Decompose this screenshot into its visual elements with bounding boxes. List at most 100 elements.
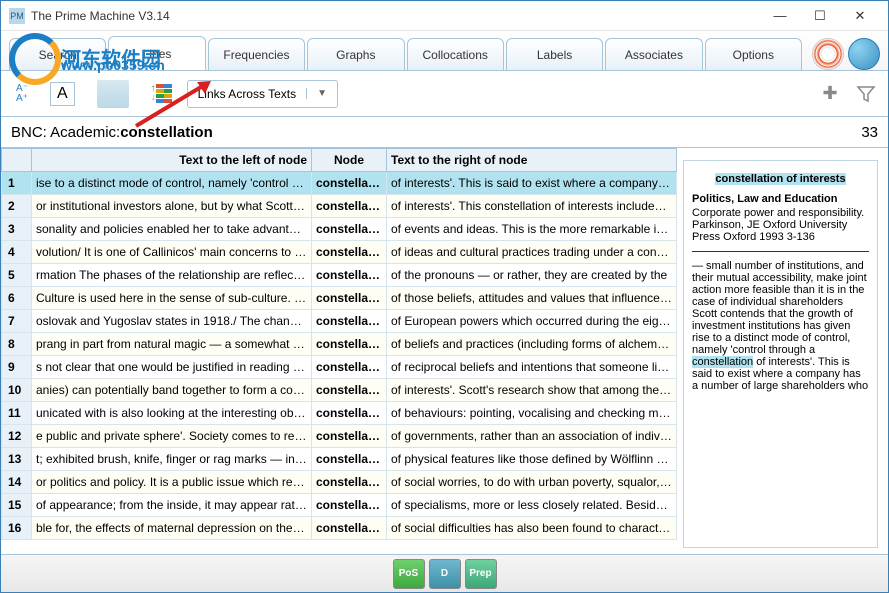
maximize-button[interactable]: ☐: [800, 1, 840, 31]
links-dropdown[interactable]: Links Across Texts ▼: [187, 80, 338, 108]
table-row[interactable]: 1ise to a distinct mode of control, name…: [2, 172, 677, 195]
right-context: of ideas and cultural practices trading …: [387, 241, 677, 264]
tab-associates[interactable]: Associates: [605, 38, 702, 70]
node-word: constellation: [312, 356, 387, 379]
filter-button[interactable]: [852, 80, 880, 108]
left-context: volution/ It is one of Callinicos' main …: [32, 241, 312, 264]
row-number: 8: [2, 333, 32, 356]
right-context: of specialisms, more or less closely rel…: [387, 494, 677, 517]
left-context: sonality and policies enabled her to tak…: [32, 218, 312, 241]
left-context: t; exhibited brush, knife, finger or rag…: [32, 448, 312, 471]
table-row[interactable]: 13t; exhibited brush, knife, finger or r…: [2, 448, 677, 471]
right-context: of reciprocal beliefs and intentions tha…: [387, 356, 677, 379]
table-row[interactable]: 5rmation The phases of the relationship …: [2, 264, 677, 287]
tab-options[interactable]: Options: [705, 38, 802, 70]
row-number: 2: [2, 195, 32, 218]
table-row[interactable]: 14or politics and policy. It is a public…: [2, 471, 677, 494]
chevron-down-icon[interactable]: ▼: [306, 88, 337, 99]
left-context: or institutional investors alone, but by…: [32, 195, 312, 218]
result-header: BNC: Academic: constellation 33: [1, 117, 888, 147]
row-number: 6: [2, 287, 32, 310]
row-number: 16: [2, 517, 32, 540]
minimize-button[interactable]: —: [760, 1, 800, 31]
node-word: constellation: [312, 425, 387, 448]
close-button[interactable]: ✕: [840, 1, 880, 31]
node-word: constellation: [312, 494, 387, 517]
col-left[interactable]: Text to the left of node: [32, 149, 312, 172]
node-word: constellation: [312, 218, 387, 241]
col-right[interactable]: Text to the right of node: [387, 149, 677, 172]
right-context: of interests'. This is said to exist whe…: [387, 172, 677, 195]
row-number: 12: [2, 425, 32, 448]
table-row[interactable]: 8prang in part from natural magic — a so…: [2, 333, 677, 356]
table-row[interactable]: 6Culture is used here in the sense of su…: [2, 287, 677, 310]
corpus-label: BNC: Academic:: [11, 124, 120, 141]
left-context: or politics and policy. It is a public i…: [32, 471, 312, 494]
app-icon: PM: [9, 8, 25, 24]
detail-title-hl: constellation: [715, 173, 783, 185]
node-word: constellation: [312, 448, 387, 471]
concordance-table: Text to the left of node Node Text to th…: [1, 148, 677, 560]
folder-gear-icon: [97, 80, 129, 108]
add-button[interactable]: ✚: [816, 80, 844, 108]
right-context: of behaviours: pointing, vocalising and …: [387, 402, 677, 425]
result-count: 33: [861, 124, 878, 141]
right-context: of beliefs and practices (including form…: [387, 333, 677, 356]
globe-icon[interactable]: [848, 38, 880, 70]
right-context: of social worries, to do with urban pove…: [387, 471, 677, 494]
d-button[interactable]: D: [429, 559, 461, 589]
row-number: 10: [2, 379, 32, 402]
row-number: 7: [2, 310, 32, 333]
table-row[interactable]: 2or institutional investors alone, but b…: [2, 195, 677, 218]
right-context: of interests'. Scott's research show tha…: [387, 379, 677, 402]
table-row[interactable]: 11unicated with is also looking at the i…: [2, 402, 677, 425]
table-row[interactable]: 12e public and private sphere'. Society …: [2, 425, 677, 448]
dropdown-label: Links Across Texts: [188, 87, 306, 101]
row-number: 9: [2, 356, 32, 379]
node-word: constellation: [312, 517, 387, 540]
left-context: prang in part from natural magic — a som…: [32, 333, 312, 356]
left-context: oslovak and Yugoslav states in 1918./ Th…: [32, 310, 312, 333]
right-context: of the pronouns — or rather, they are cr…: [387, 264, 677, 287]
node-word: constellation: [312, 264, 387, 287]
row-number: 5: [2, 264, 32, 287]
node-word: constellation: [312, 172, 387, 195]
font-increase-icon: A⁺: [16, 94, 28, 104]
tab-labels[interactable]: Labels: [506, 38, 603, 70]
table-row[interactable]: 3sonality and policies enabled her to ta…: [2, 218, 677, 241]
table-row[interactable]: 15of appearance; from the inside, it may…: [2, 494, 677, 517]
tab-graphs[interactable]: Graphs: [307, 38, 404, 70]
right-context: of governments, rather than an associati…: [387, 425, 677, 448]
row-number: 1: [2, 172, 32, 195]
tab-frequencies[interactable]: Frequencies: [208, 38, 305, 70]
left-context: rmation The phases of the relationship a…: [32, 264, 312, 287]
detail-body: — small number of institutions, and thei…: [692, 260, 869, 392]
row-number: 14: [2, 471, 32, 494]
window-title: The Prime Machine V3.14: [31, 9, 760, 23]
left-context: of appearance; from the inside, it may a…: [32, 494, 312, 517]
right-context: of European powers which occurred during…: [387, 310, 677, 333]
node-word: constellation: [312, 241, 387, 264]
font-decrease-icon: A⁻: [16, 84, 28, 94]
bottom-toolbar: PoS D Prep: [1, 554, 888, 592]
table-row[interactable]: 16ble for, the effects of maternal depre…: [2, 517, 677, 540]
col-node[interactable]: Node: [312, 149, 387, 172]
tab-collocations[interactable]: Collocations: [407, 38, 504, 70]
help-icon[interactable]: [812, 38, 844, 70]
left-context: e public and private sphere'. Society co…: [32, 425, 312, 448]
pos-button[interactable]: PoS: [393, 559, 425, 589]
table-row[interactable]: 4volution/ It is one of Callinicos' main…: [2, 241, 677, 264]
table-row[interactable]: 10anies) can potentially band together t…: [2, 379, 677, 402]
left-context: s not clear that one would be justified …: [32, 356, 312, 379]
detail-panel: constellation of interests Politics, Law…: [683, 160, 878, 548]
right-context: of social difficulties has also been fou…: [387, 517, 677, 540]
detail-body-hl: constellation: [692, 356, 753, 368]
right-context: of interests'. This constellation of int…: [387, 195, 677, 218]
detail-title: constellation of interests: [692, 173, 869, 185]
col-number[interactable]: [2, 149, 32, 172]
table-row[interactable]: 7oslovak and Yugoslav states in 1918./ T…: [2, 310, 677, 333]
prep-button[interactable]: Prep: [465, 559, 497, 589]
divider: [692, 251, 869, 252]
left-context: anies) can potentially band together to …: [32, 379, 312, 402]
table-row[interactable]: 9s not clear that one would be justified…: [2, 356, 677, 379]
